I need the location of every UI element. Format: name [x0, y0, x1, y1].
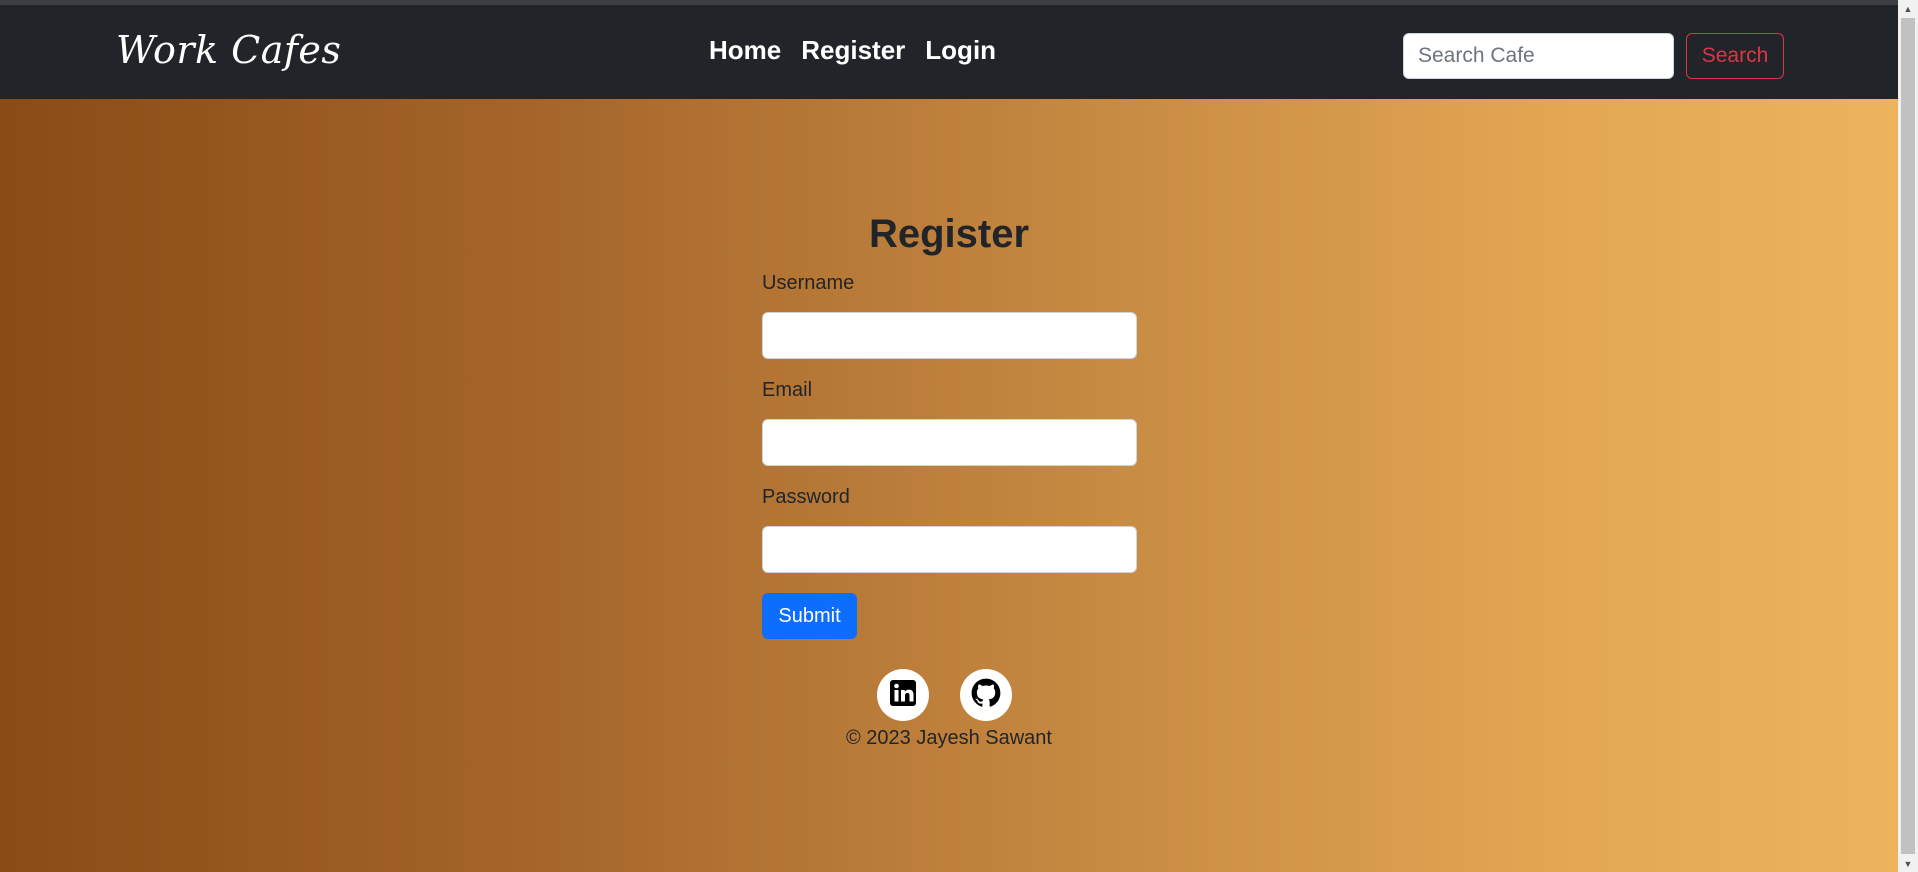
- nav-link-register[interactable]: Register: [801, 35, 905, 66]
- password-label: Password: [762, 486, 850, 508]
- main-content: Register Username Email Password Submit: [0, 99, 1898, 872]
- nav-link-login[interactable]: Login: [925, 35, 996, 66]
- copyright-text: © 2023 Jayesh Sawant: [846, 727, 1052, 749]
- linkedin-icon: [889, 679, 917, 712]
- scroll-up-icon[interactable]: ▲: [1898, 0, 1918, 17]
- scrollbar[interactable]: ▲ ▼: [1898, 0, 1918, 872]
- scroll-down-icon[interactable]: ▼: [1898, 855, 1918, 872]
- github-icon: [971, 678, 1001, 713]
- submit-button[interactable]: Submit: [762, 593, 857, 639]
- linkedin-link[interactable]: [877, 669, 929, 721]
- password-field[interactable]: [762, 526, 1137, 573]
- nav-link-home[interactable]: Home: [709, 35, 781, 66]
- nav-links: Home Register Login: [709, 35, 996, 66]
- email-label: Email: [762, 379, 813, 401]
- github-link[interactable]: [960, 669, 1012, 721]
- email-field[interactable]: [762, 419, 1137, 466]
- search-button[interactable]: Search: [1686, 33, 1784, 79]
- brand-logo[interactable]: Work Cafes: [116, 28, 341, 72]
- page-title: Register: [868, 212, 1030, 256]
- username-label: Username: [762, 272, 855, 294]
- username-field[interactable]: [762, 312, 1137, 359]
- scroll-thumb[interactable]: [1901, 18, 1915, 854]
- navbar: Work Cafes Home Register Login Search: [0, 5, 1898, 99]
- search-input[interactable]: [1403, 33, 1674, 79]
